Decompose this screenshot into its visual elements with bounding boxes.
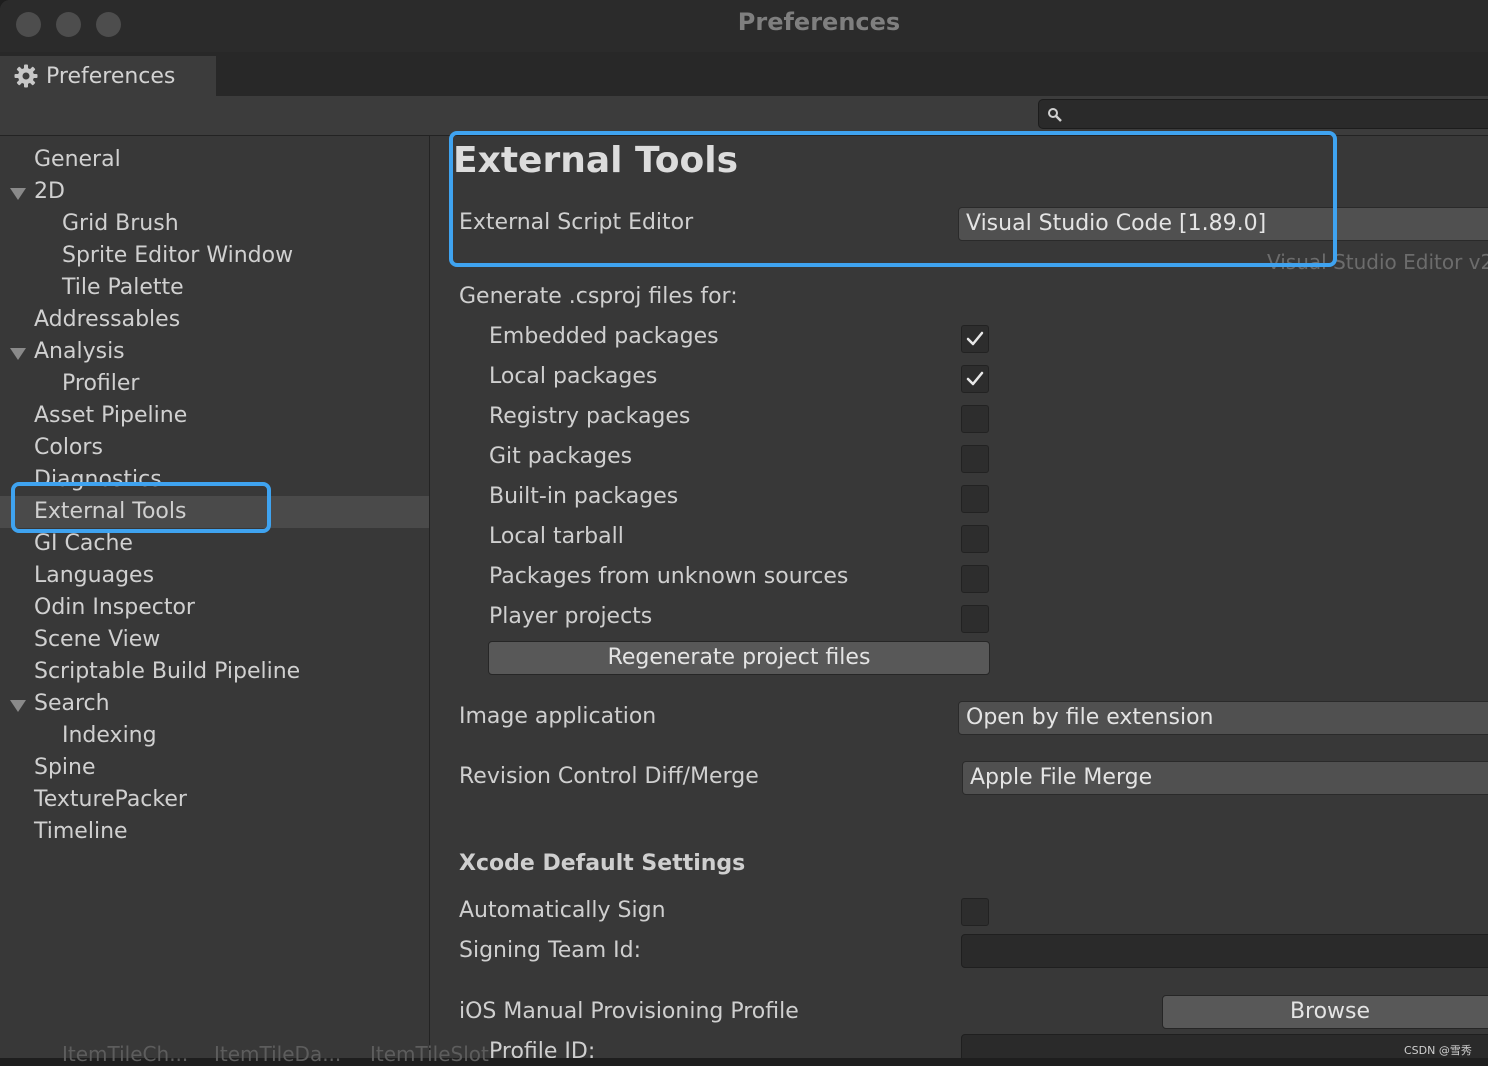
- expand-arrow-icon[interactable]: [10, 188, 26, 200]
- window-title: Preferences: [737, 8, 901, 36]
- generate-option-label: Registry packages: [489, 404, 691, 429]
- revision-control-value: Apple File Merge: [970, 765, 1153, 790]
- sidebar-item[interactable]: Addressables: [0, 304, 429, 336]
- sidebar-item[interactable]: Colors: [0, 432, 429, 464]
- sidebar-item[interactable]: TexturePacker: [0, 784, 429, 816]
- sidebar-item[interactable]: Spine: [0, 752, 429, 784]
- generate-option-label: Packages from unknown sources: [489, 564, 849, 589]
- generate-option-checkbox[interactable]: [961, 445, 989, 473]
- sidebar-item-label: Scene View: [34, 627, 161, 652]
- sidebar-item[interactable]: Indexing: [0, 720, 429, 752]
- generate-option-label: Built-in packages: [489, 484, 679, 509]
- sidebar-item-label: Grid Brush: [62, 211, 179, 236]
- generate-option-checkbox[interactable]: [961, 365, 989, 393]
- sidebar-item[interactable]: Search: [0, 688, 429, 720]
- search-icon: [1048, 108, 1062, 122]
- checkmark-icon: [966, 371, 984, 386]
- profile-id-label: Profile ID:: [489, 1039, 596, 1058]
- sidebar-item[interactable]: Profiler: [0, 368, 429, 400]
- sidebar-item[interactable]: Analysis: [0, 336, 429, 368]
- generate-option-label: Local tarball: [489, 524, 624, 549]
- generate-option-checkbox[interactable]: [961, 405, 989, 433]
- sidebar: General 2D Grid Brush Sprite Editor Window T…: [0, 136, 430, 1058]
- expand-arrow-icon[interactable]: [10, 348, 26, 360]
- sidebar-item-label: Search: [34, 691, 110, 716]
- generate-option-label: Local packages: [489, 364, 658, 389]
- sidebar-item-label: Analysis: [34, 339, 125, 364]
- generate-csproj-label: Generate .csproj files for:: [459, 284, 738, 309]
- signing-team-id-field[interactable]: [961, 934, 1488, 968]
- generate-option-checkbox[interactable]: [961, 525, 989, 553]
- sidebar-item-label: Spine: [34, 755, 96, 780]
- xcode-settings-heading: Xcode Default Settings: [459, 851, 746, 876]
- sidebar-item-label: General: [34, 147, 121, 172]
- sidebar-item-label: Addressables: [34, 307, 181, 332]
- sidebar-item[interactable]: 2D: [0, 176, 429, 208]
- image-application-dropdown[interactable]: Open by file extension: [958, 701, 1488, 735]
- generate-option-checkbox[interactable]: [961, 605, 989, 633]
- background-tab: ItemTileSlot: [370, 1042, 489, 1066]
- generate-option-label: Embedded packages: [489, 324, 719, 349]
- generate-option-checkbox[interactable]: [961, 325, 989, 353]
- background-tab: ItemTileDa...: [214, 1042, 342, 1066]
- sidebar-item[interactable]: Languages: [0, 560, 429, 592]
- sidebar-item[interactable]: Scriptable Build Pipeline: [0, 656, 429, 688]
- gear-icon: [14, 64, 38, 88]
- search-input[interactable]: [1038, 99, 1488, 129]
- sidebar-item-label: Scriptable Build Pipeline: [34, 659, 301, 684]
- sidebar-item[interactable]: Tile Palette: [0, 272, 429, 304]
- ios-provisioning-profile-label: iOS Manual Provisioning Profile: [459, 999, 799, 1024]
- sidebar-item[interactable]: Odin Inspector: [0, 592, 429, 624]
- sidebar-item[interactable]: General: [0, 144, 429, 176]
- generate-option-checkbox[interactable]: [961, 485, 989, 513]
- sidebar-item[interactable]: Grid Brush: [0, 208, 429, 240]
- revision-control-label: Revision Control Diff/Merge: [459, 764, 759, 789]
- regenerate-project-files-button[interactable]: Regenerate project files: [488, 641, 990, 675]
- sidebar-item[interactable]: Sprite Editor Window: [0, 240, 429, 272]
- sidebar-item-label: Tile Palette: [62, 275, 184, 300]
- watermark: CSDN @雪秀: [1404, 1044, 1472, 1057]
- generate-option-checkbox[interactable]: [961, 565, 989, 593]
- sidebar-item-label: TexturePacker: [34, 787, 187, 812]
- title-bar: Preferences: [0, 0, 1488, 52]
- automatically-sign-label: Automatically Sign: [459, 898, 666, 923]
- browse-button[interactable]: Browse: [1162, 995, 1488, 1029]
- highlight-box-script-editor: [449, 131, 1337, 267]
- sidebar-item-label: Colors: [34, 435, 103, 460]
- image-application-value: Open by file extension: [966, 705, 1214, 730]
- sidebar-item-label: Asset Pipeline: [34, 403, 188, 428]
- toolbar: [0, 96, 1488, 136]
- sidebar-item-label: Odin Inspector: [34, 595, 195, 620]
- checkmark-icon: [966, 331, 984, 346]
- sidebar-item-label: Profiler: [62, 371, 140, 396]
- sidebar-item-label: 2D: [34, 179, 65, 204]
- generate-option-label: Git packages: [489, 444, 633, 469]
- tab-strip: Preferences: [0, 52, 1488, 96]
- sidebar-item[interactable]: Asset Pipeline: [0, 400, 429, 432]
- highlight-box-external-tools: [11, 482, 271, 533]
- background-tab: ItemTileCh...: [62, 1042, 189, 1066]
- automatically-sign-checkbox[interactable]: [961, 898, 989, 926]
- tab-preferences[interactable]: Preferences: [0, 56, 216, 96]
- main-panel: External Tools External Script Editor Vi…: [431, 136, 1488, 1058]
- image-application-label: Image application: [459, 704, 657, 729]
- revision-control-dropdown[interactable]: Apple File Merge: [962, 761, 1488, 795]
- sidebar-item-label: Languages: [34, 563, 155, 588]
- sidebar-item[interactable]: Scene View: [0, 624, 429, 656]
- sidebar-item-label: Indexing: [62, 723, 157, 748]
- signing-team-id-label: Signing Team Id:: [459, 938, 642, 963]
- sidebar-item-label: Timeline: [34, 819, 128, 844]
- sidebar-item-label: Sprite Editor Window: [62, 243, 294, 268]
- expand-arrow-icon[interactable]: [10, 700, 26, 712]
- tab-label: Preferences: [46, 63, 176, 89]
- sidebar-item[interactable]: Timeline: [0, 816, 429, 848]
- preferences-window: Preferences Preferences General 2D Grid …: [0, 0, 1488, 1058]
- generate-option-label: Player projects: [489, 604, 653, 629]
